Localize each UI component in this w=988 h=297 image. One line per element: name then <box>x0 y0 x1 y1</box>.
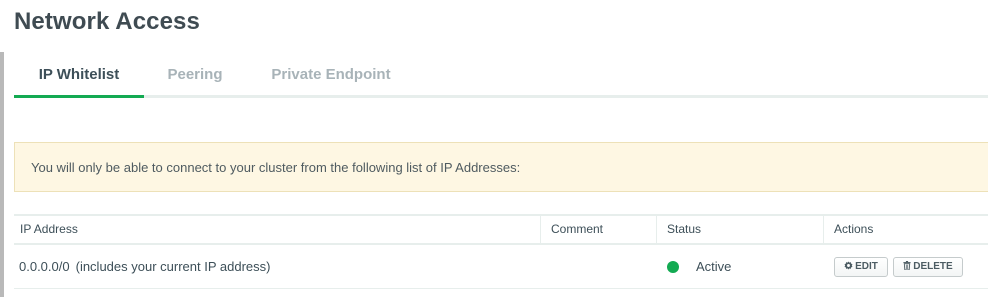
column-header-status: Status <box>656 216 823 243</box>
tab-ip-whitelist[interactable]: IP Whitelist <box>14 60 144 98</box>
column-header-comment: Comment <box>540 216 656 243</box>
status-cell: Active <box>667 245 817 288</box>
page-title: Network Access <box>14 8 200 35</box>
gear-icon <box>844 261 855 272</box>
ip-address-value: 0.0.0.0/0 <box>19 259 70 274</box>
ip-address-cell: 0.0.0.0/0 (includes your current IP addre… <box>19 245 539 288</box>
status-dot-icon <box>667 261 679 273</box>
status-label: Active <box>696 259 732 274</box>
tab-bar: IP Whitelist Peering Private Endpoint <box>14 60 988 98</box>
network-access-page: Network Access IP Whitelist Peering Priv… <box>0 0 988 297</box>
info-banner: You will only be able to connect to your… <box>14 142 988 192</box>
info-banner-text: You will only be able to connect to your… <box>31 160 521 175</box>
actions-cell: EDIT DELETE <box>834 245 988 288</box>
ip-access-table: IP Address Comment Status Actions 0.0.0.… <box>14 214 988 289</box>
column-header-actions: Actions <box>823 216 988 243</box>
tab-peering[interactable]: Peering <box>162 60 228 95</box>
delete-button[interactable]: DELETE <box>893 257 963 277</box>
edit-button[interactable]: EDIT <box>834 257 888 277</box>
trash-icon <box>903 261 913 272</box>
tab-private-endpoint[interactable]: Private Endpoint <box>270 60 392 95</box>
table-header: IP Address Comment Status Actions <box>14 214 988 245</box>
delete-button-label: DELETE <box>913 261 953 272</box>
ip-address-note: (includes your current IP address) <box>75 259 271 274</box>
left-scrollbar[interactable] <box>0 52 4 297</box>
column-header-ip-address: IP Address <box>20 222 78 236</box>
edit-button-label: EDIT <box>855 261 878 272</box>
table-row: 0.0.0.0/0 (includes your current IP addre… <box>14 245 988 289</box>
